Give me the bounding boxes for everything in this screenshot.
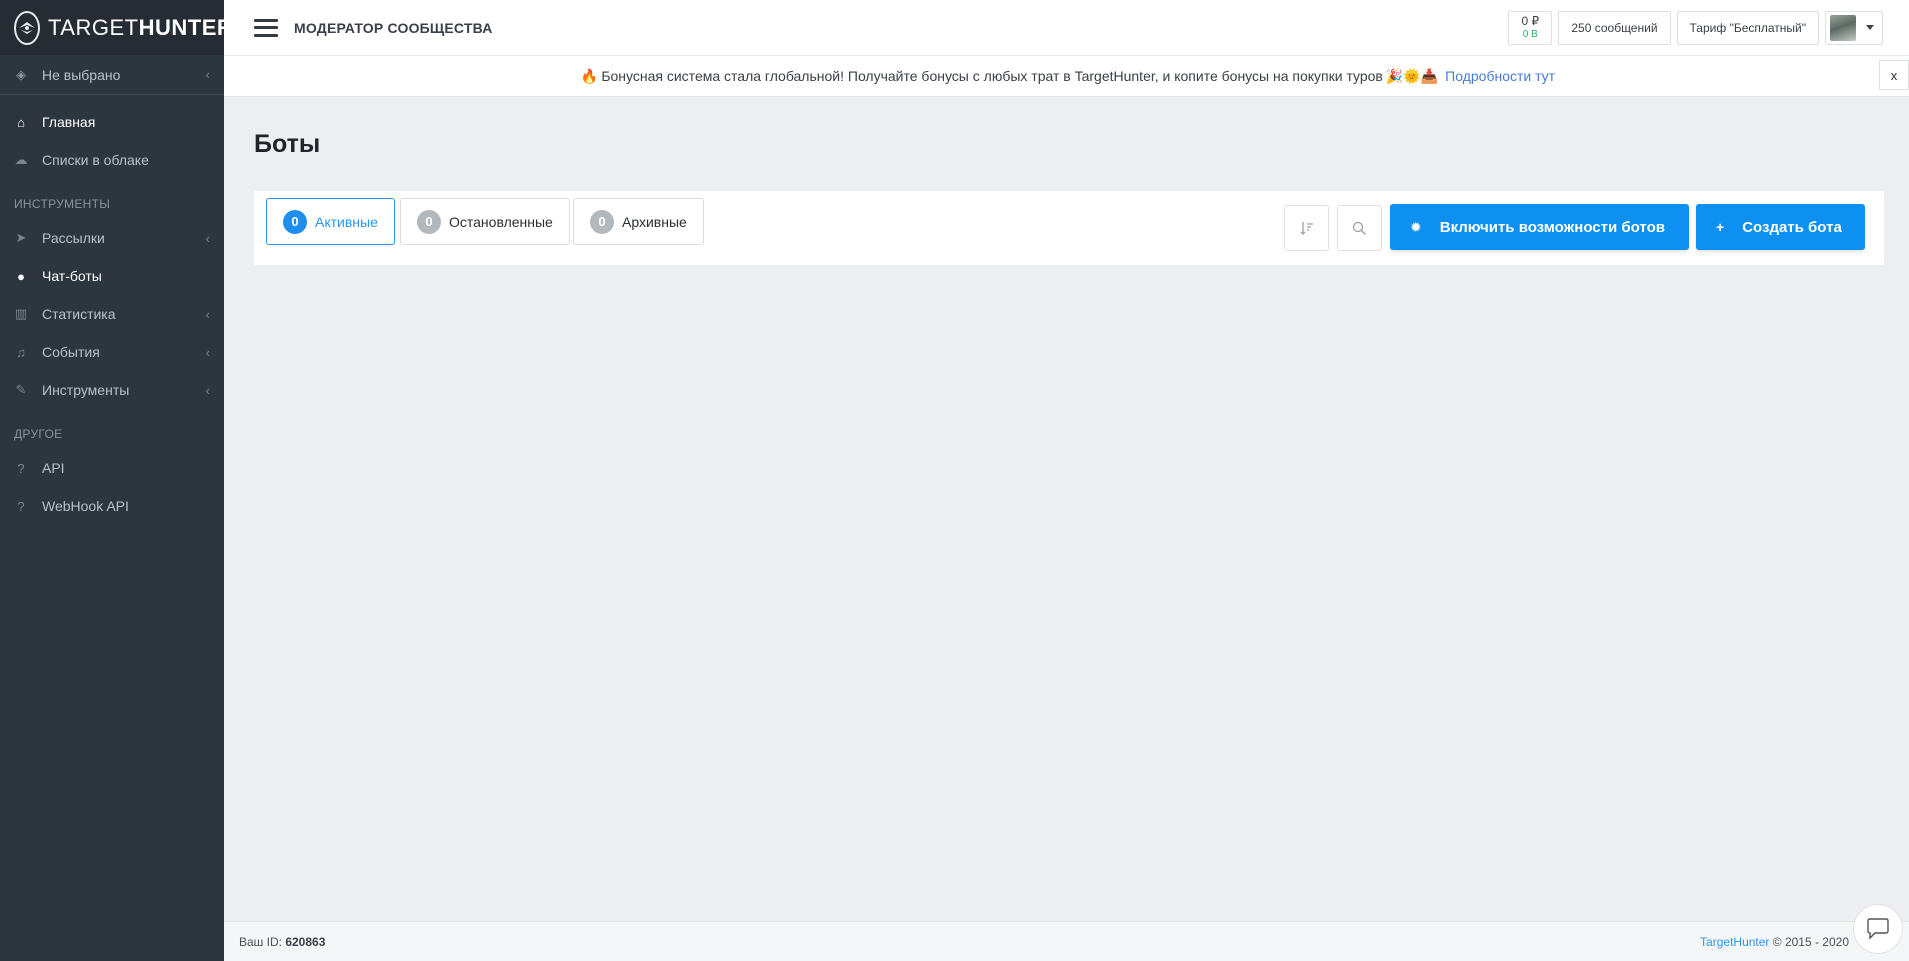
user-id-label: Ваш ID: <box>239 934 282 949</box>
chevron-left-icon: ‹ <box>205 382 210 398</box>
sidebar-item-label: Чат-боты <box>42 268 102 284</box>
chart-icon: ▥ <box>14 306 28 321</box>
cloud-icon: ☁ <box>14 152 28 167</box>
footer: Ваш ID: 620863 TargetHunter © 2015 - 202… <box>224 921 1909 961</box>
logo[interactable]: TARGETHUNTER <box>0 0 233 55</box>
enable-bots-button[interactable]: ✹ Включить возможности ботов <box>1390 204 1689 250</box>
sidebar-item-label: Статистика <box>42 306 116 322</box>
search-icon <box>1352 221 1366 235</box>
chevron-left-icon: ‹ <box>205 344 210 360</box>
help-icon: ? <box>17 498 25 514</box>
tab-label: Активные <box>315 213 378 230</box>
footer-brand-link[interactable]: TargetHunter <box>1700 935 1769 949</box>
sort-icon <box>1300 222 1313 235</box>
help-icon: ? <box>17 460 25 476</box>
chevron-left-icon: ‹ <box>205 230 210 246</box>
page-header-title: МОДЕРАТОР СООБЩЕСТВА <box>294 19 493 36</box>
create-bot-button[interactable]: + Создать бота <box>1696 204 1865 250</box>
copyright: TargetHunter © 2015 - 2020 <box>1700 935 1849 949</box>
sidebar-item-label: События <box>42 344 100 360</box>
sidebar-item-tools[interactable]: ✎ Инструменты ‹ <box>0 371 224 409</box>
sidebar-item-webhook-api[interactable]: ? WebHook API <box>0 487 224 525</box>
tab-count: 0 <box>417 209 441 234</box>
send-icon: ➤ <box>15 230 27 245</box>
tab-label: Архивные <box>622 213 687 230</box>
tab-label: Остановленные <box>449 213 553 230</box>
plus-icon: + <box>1716 219 1725 235</box>
sidebar-item-label: Списки в облаке <box>42 152 149 168</box>
avatar <box>1830 14 1856 41</box>
sidebar-item-api[interactable]: ? API <box>0 449 224 487</box>
enable-bots-label: Включить возможности ботов <box>1439 218 1665 236</box>
chat-bubble-icon <box>1867 918 1889 940</box>
announcement-details-link[interactable]: Подробности тут <box>1445 68 1555 84</box>
tariff-button[interactable]: Тариф "Бесплатный" <box>1676 10 1819 45</box>
sidebar-item-mailings[interactable]: ➤ Рассылки ‹ <box>0 219 224 257</box>
messages-counter[interactable]: 250 сообщений <box>1558 10 1671 45</box>
sidebar-item-statistics[interactable]: ▥ Статистика ‹ <box>0 295 224 333</box>
balance-widget[interactable]: 0 ₽ 0 B <box>1508 10 1553 45</box>
user-id: Ваш ID: 620863 <box>239 935 325 949</box>
search-button[interactable] <box>1337 205 1382 251</box>
sidebar-item-events[interactable]: ♫ События ‹ <box>0 333 224 371</box>
bell-icon: ♫ <box>16 344 26 360</box>
header-actions: 0 ₽ 0 B 250 сообщений Тариф "Бесплатный" <box>1502 10 1909 45</box>
tab-stopped[interactable]: 0 Остановленные <box>400 198 570 245</box>
top-header: МОДЕРАТОР СООБЩЕСТВА 0 ₽ 0 B 250 сообщен… <box>224 0 1909 56</box>
create-bot-label: Создать бота <box>1742 218 1842 236</box>
sidebar-item-cloud-lists[interactable]: ☁ Списки в облаке <box>0 141 224 179</box>
sidebar-nav: ⌂ Главная ☁ Списки в облаке ИНСТРУМЕНТЫ … <box>0 95 224 525</box>
celebration-emoji-icon: 🎉🌞📥 <box>1385 67 1439 84</box>
sidebar-item-label: Главная <box>42 114 96 130</box>
sidebar-item-label: API <box>42 460 65 476</box>
community-selector[interactable]: ◈ Не выбрано ‹ <box>0 55 224 95</box>
page-title: Боты <box>254 130 321 158</box>
layers-icon: ◈ <box>16 66 26 82</box>
menu-icon[interactable] <box>254 18 278 37</box>
community-selector-label: Не выбрано <box>42 66 121 83</box>
tab-count: 0 <box>590 209 614 234</box>
sidebar-item-label: WebHook API <box>42 498 129 514</box>
close-button[interactable]: x <box>1879 60 1909 90</box>
tab-active[interactable]: 0 Активные <box>266 198 395 245</box>
sort-button[interactable] <box>1284 205 1329 251</box>
copyright-text: © 2015 - 2020 <box>1772 934 1849 949</box>
gear-icon: ✹ <box>1410 218 1422 235</box>
chevron-left-icon: ‹ <box>205 67 210 82</box>
section-other-heading: ДРУГОЕ <box>14 427 63 441</box>
sidebar-item-label: Рассылки <box>42 230 105 246</box>
sidebar-item-label: Инструменты <box>42 382 130 398</box>
user-menu[interactable] <box>1825 10 1883 45</box>
chevron-left-icon: ‹ <box>205 306 210 322</box>
balance-bonus: 0 B <box>1522 28 1538 40</box>
section-tools-heading: ИНСТРУМЕНТЫ <box>14 197 111 211</box>
announcement-bar: 🔥 Бонусная система стала глобальной! Пол… <box>224 56 1909 97</box>
sidebar-item-home[interactable]: ⌂ Главная <box>0 103 224 141</box>
wrench-icon: ✎ <box>15 382 27 397</box>
sidebar-item-chatbots[interactable]: ● Чат-боты <box>0 257 224 295</box>
home-icon: ⌂ <box>17 114 25 130</box>
user-id-value: 620863 <box>285 934 326 949</box>
tab-archived[interactable]: 0 Архивные <box>573 198 704 245</box>
chat-widget-button[interactable] <box>1853 904 1903 954</box>
bot-icon: ● <box>17 268 25 284</box>
bots-toolbar: 0 Активные 0 Остановленные 0 Архивные ✹ … <box>254 191 1884 265</box>
targethunter-logo-icon <box>14 10 40 45</box>
announcement-text: Бонусная система стала глобальной! Получ… <box>601 68 1383 84</box>
brand-name: TARGETHUNTER <box>48 14 234 40</box>
balance-rub: 0 ₽ <box>1521 13 1540 28</box>
sidebar: TARGETHUNTER ◈ Не выбрано ‹ ⌂ Главная ☁ … <box>0 0 233 961</box>
tab-count: 0 <box>283 209 307 234</box>
caret-down-icon <box>1866 25 1874 30</box>
fire-emoji-icon: 🔥 <box>580 67 599 84</box>
